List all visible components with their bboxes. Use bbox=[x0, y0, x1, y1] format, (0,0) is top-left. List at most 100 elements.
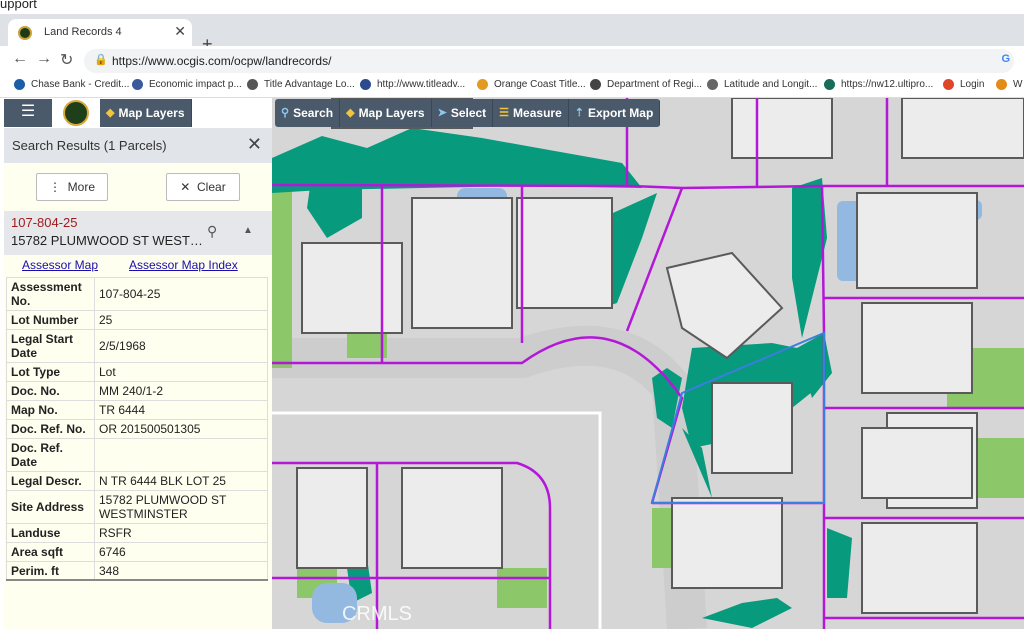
bookmark-item[interactable]: Title Advantage Lo... bbox=[247, 79, 355, 90]
tab-close-icon[interactable]: ✕ bbox=[174, 23, 186, 40]
map-canvas[interactable]: CRMLS bbox=[272, 98, 1024, 629]
compass-icon bbox=[707, 79, 718, 90]
export-icon: ⇡ bbox=[574, 107, 584, 119]
chase-icon bbox=[14, 79, 25, 90]
attr-value: TR 6444 bbox=[94, 400, 268, 420]
attr-value: 107-804-25 bbox=[94, 277, 268, 311]
bookmark-item[interactable]: Chase Bank - Credit... bbox=[14, 79, 129, 90]
attr-key: Landuse bbox=[6, 523, 95, 543]
table-row: Legal Descr. N TR 6444 BLK LOT 25 bbox=[6, 471, 268, 491]
table-row: Landuse RSFR bbox=[6, 523, 268, 543]
parcel-apn: 107-804-25 bbox=[11, 215, 78, 230]
table-row: Doc. No. MM 240/1-2 bbox=[6, 381, 268, 401]
attribute-table: Assessment No. 107-804-25 Lot Number 25 Le… bbox=[6, 277, 268, 581]
address-bar-row: ← → ↻ 🔒 https://www.ocgis.com/ocpw/landr… bbox=[0, 46, 1024, 76]
search-button[interactable]: ⚲ Search bbox=[275, 99, 341, 127]
table-row: Area sqft 6746 bbox=[6, 542, 268, 562]
attr-value: OR 201500501305 bbox=[94, 419, 268, 439]
bookmark-item[interactable]: W bbox=[996, 79, 1022, 90]
top-strip-text: upport bbox=[0, 0, 37, 11]
table-row: Assessment No. 107-804-25 bbox=[6, 277, 268, 311]
select-button[interactable]: ➤ Select bbox=[431, 99, 494, 127]
collapse-caret-icon[interactable]: ▲ bbox=[243, 225, 253, 236]
bookmark-item[interactable]: http://www.titleadv... bbox=[360, 79, 465, 90]
table-row: Lot Number 25 bbox=[6, 310, 268, 330]
close-icon[interactable]: ✕ bbox=[247, 134, 262, 155]
browser-tab[interactable]: Land Records 4 ✕ bbox=[8, 19, 192, 46]
bookmark-icon bbox=[996, 79, 1007, 90]
table-row: Lot Type Lot bbox=[6, 362, 268, 382]
tab-bar: Land Records 4 ✕ + bbox=[0, 14, 1024, 54]
attr-key: Map No. bbox=[6, 400, 95, 420]
panel-title: Search Results (1 Parcels) bbox=[12, 138, 167, 153]
attr-value: 348 bbox=[94, 561, 268, 581]
map-toolbar: ⚲ Search ◆ Map Layers ➤ Select ☰ Measure ⇡ Ex… bbox=[275, 99, 661, 127]
login-icon bbox=[943, 79, 954, 90]
attr-key: Lot Type bbox=[6, 362, 95, 382]
assessor-map-index-link[interactable]: Assessor Map Index bbox=[129, 258, 238, 272]
parcel-map[interactable]: CRMLS bbox=[272, 98, 1024, 629]
parcel-result-row[interactable]: 107-804-25 15782 PLUMWOOD ST WEST… ⚲ ▲ bbox=[4, 211, 272, 255]
cursor-icon: ➤ bbox=[437, 107, 447, 119]
table-row: Legal Start Date 2/5/1968 bbox=[6, 329, 268, 363]
table-row: Doc. Ref. Date bbox=[6, 438, 268, 472]
county-seal-icon bbox=[63, 100, 89, 126]
attr-value: MM 240/1-2 bbox=[94, 381, 268, 401]
attr-value: Lot bbox=[94, 362, 268, 382]
ocgis-logo bbox=[52, 99, 100, 127]
hamburger-menu-button[interactable]: ☰ bbox=[4, 99, 52, 127]
map-layers-button-left[interactable]: ◆ Map Layers bbox=[100, 99, 192, 127]
map-layers-button[interactable]: ◆ Map Layers bbox=[340, 99, 432, 127]
table-row: Doc. Ref. No. OR 201500501305 bbox=[6, 419, 268, 439]
attr-value: 15782 PLUMWOOD ST WESTMINSTER bbox=[94, 490, 268, 524]
panel-divider bbox=[6, 579, 268, 581]
attr-value: 25 bbox=[94, 310, 268, 330]
bookmark-item[interactable]: Orange Coast Title... bbox=[477, 79, 586, 90]
globe-icon bbox=[247, 79, 258, 90]
attr-value: RSFR bbox=[94, 523, 268, 543]
url-text[interactable]: https://www.ocgis.com/ocpw/landrecords/ bbox=[112, 54, 331, 68]
google-icon[interactable]: G bbox=[1001, 53, 1010, 65]
table-row: Map No. TR 6444 bbox=[6, 400, 268, 420]
tab-title: Land Records 4 bbox=[44, 26, 122, 38]
bookmark-item[interactable]: Latitude and Longit... bbox=[707, 79, 817, 90]
bookmark-item[interactable]: Department of Regi... bbox=[590, 79, 702, 90]
lock-icon: 🔒 bbox=[94, 54, 108, 66]
ocgis-favicon-icon bbox=[18, 26, 32, 40]
bookmark-item[interactable]: Login bbox=[943, 79, 984, 90]
zoom-to-icon[interactable]: ⚲ bbox=[207, 223, 217, 240]
back-icon[interactable]: ← bbox=[12, 50, 28, 68]
app-toolbar-left: ☰ ◆ Map Layers bbox=[4, 99, 192, 127]
attr-value bbox=[94, 438, 268, 472]
attr-key: Doc. No. bbox=[6, 381, 95, 401]
page-top-strip: upport bbox=[0, 0, 1024, 14]
attr-key: Perim. ft bbox=[6, 561, 95, 581]
url-bar[interactable]: 🔒 https://www.ocgis.com/ocpw/landrecords… bbox=[84, 49, 1014, 73]
ultipro-icon bbox=[824, 79, 835, 90]
search-results-panel: Search Results (1 Parcels) ✕ ⋮ More ✕ Cl… bbox=[4, 128, 272, 629]
panel-header: Search Results (1 Parcels) ✕ bbox=[4, 128, 272, 163]
search-icon: ⚲ bbox=[281, 107, 290, 119]
forward-icon[interactable]: → bbox=[36, 50, 52, 68]
globe-icon bbox=[590, 79, 601, 90]
assessor-map-link[interactable]: Assessor Map bbox=[22, 258, 98, 272]
more-button[interactable]: ⋮ More bbox=[36, 173, 108, 201]
watermark: CRMLS bbox=[342, 603, 412, 625]
bookmarks-bar: Chase Bank - Credit... Economic impact p… bbox=[0, 76, 1024, 98]
reload-icon[interactable]: ↻ bbox=[60, 50, 73, 70]
panel-actions: ⋮ More ✕ Clear bbox=[4, 163, 272, 211]
export-map-button[interactable]: ⇡ Export Map bbox=[568, 99, 661, 127]
bookmark-item[interactable]: https://nw12.ultipro... bbox=[824, 79, 933, 90]
clear-button[interactable]: ✕ Clear bbox=[166, 173, 240, 201]
measure-button[interactable]: ☰ Measure bbox=[493, 99, 569, 127]
attr-key: Area sqft bbox=[6, 542, 95, 562]
attr-key: Doc. Ref. Date bbox=[6, 438, 95, 472]
assessor-links: Assessor Map Assessor Map Index bbox=[4, 255, 272, 277]
link-icon bbox=[360, 79, 371, 90]
table-row: Site Address 15782 PLUMWOOD ST WESTMINSTE… bbox=[6, 490, 268, 524]
orange-coast-icon bbox=[477, 79, 488, 90]
globe-icon bbox=[132, 79, 143, 90]
attr-key: Doc. Ref. No. bbox=[6, 419, 95, 439]
bookmark-item[interactable]: Economic impact p... bbox=[132, 79, 242, 90]
more-dots-icon: ⋮ bbox=[48, 180, 61, 194]
